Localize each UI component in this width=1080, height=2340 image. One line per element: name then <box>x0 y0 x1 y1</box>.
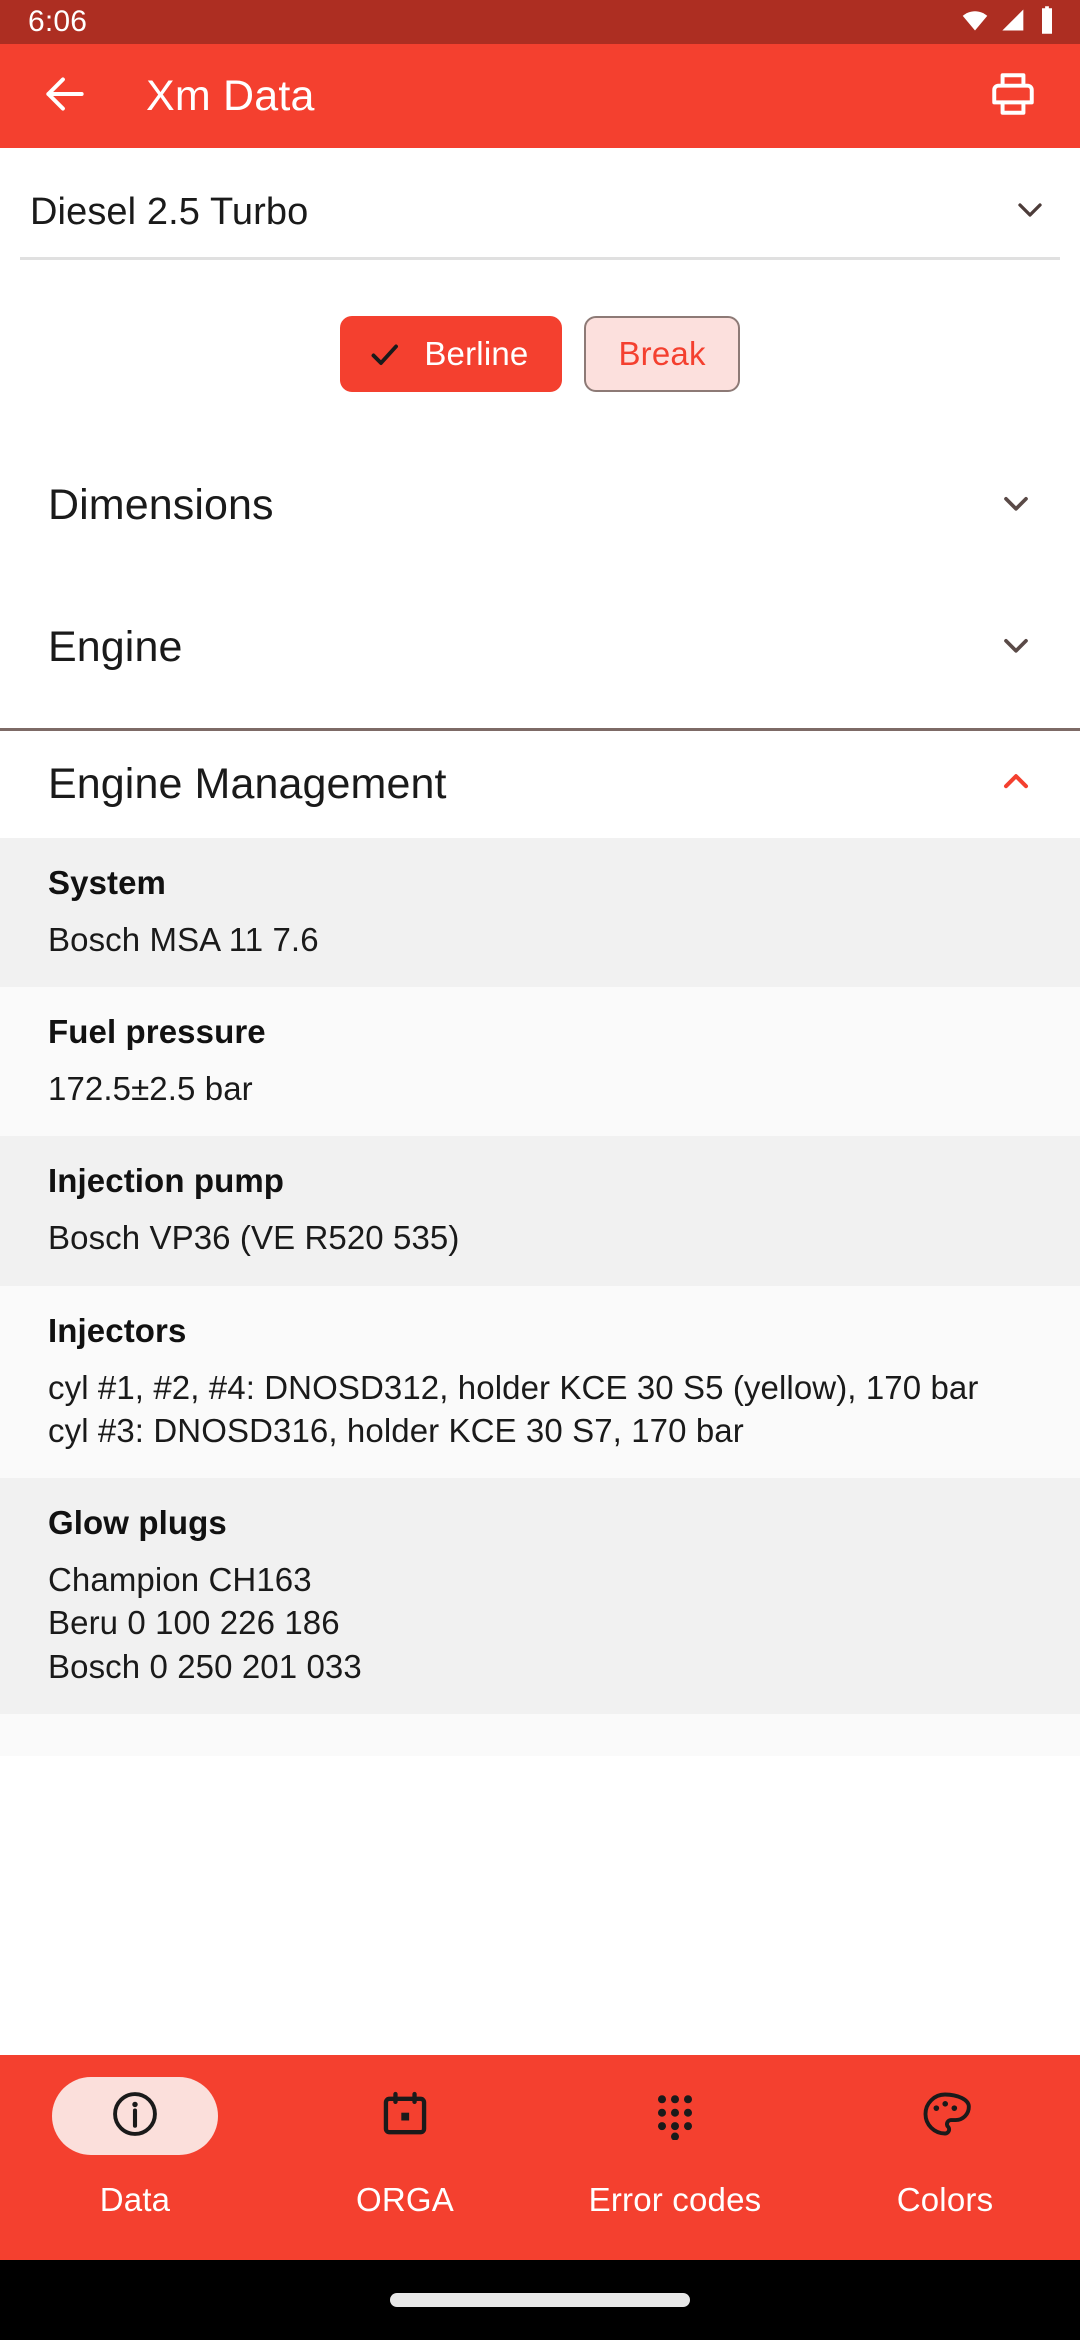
detail-value-line: Bosch VP36 (VE R520 535) <box>48 1219 460 1257</box>
status-clock: 6:06 <box>28 5 88 38</box>
cellular-signal-icon <box>999 6 1029 39</box>
detail-label-partial <box>48 1740 1032 1756</box>
table-row: Glow plugs Champion CH163 Beru 0 100 226… <box>0 1478 1080 1714</box>
table-row: Fuel pressure 172.5±2.5 bar <box>0 987 1080 1137</box>
detail-label: Injectors <box>48 1311 187 1349</box>
gesture-handle[interactable] <box>390 2293 690 2307</box>
status-icon-group <box>960 5 1056 40</box>
back-arrow-icon <box>40 69 90 124</box>
tab-colors[interactable]: Colors <box>810 2077 1080 2219</box>
section-dimensions-title: Dimensions <box>48 481 274 529</box>
detail-value-line: cyl #1, #2, #4: DNOSD312, holder KCE 30 … <box>48 1368 979 1406</box>
back-button[interactable] <box>36 67 94 125</box>
detail-value: Champion CH163 Beru 0 100 226 186 Bosch … <box>48 1558 1032 1688</box>
wifi-icon <box>960 6 990 39</box>
tab-data-label: Data <box>99 2181 171 2218</box>
tab-error-codes[interactable]: Error codes <box>540 2077 810 2219</box>
section-dimensions-header[interactable]: Dimensions <box>0 452 1080 559</box>
detail-value-line: cyl #3: DNOSD316, holder KCE 30 S7, 170 … <box>48 1411 744 1449</box>
body-type-break-button[interactable]: Break <box>584 316 740 392</box>
print-icon <box>988 69 1038 124</box>
page-title: Xm Data <box>146 71 315 120</box>
table-row-partial <box>0 1713 1080 1756</box>
section-engine-header[interactable]: Engine <box>0 594 1080 701</box>
status-bar: 6:06 <box>0 0 1080 44</box>
tab-error-codes-pill <box>592 2077 758 2155</box>
chevron-down-icon <box>996 483 1036 528</box>
calendar-icon <box>379 2088 431 2145</box>
tab-orga-label: ORGA <box>356 2181 454 2218</box>
print-button[interactable] <box>984 67 1042 125</box>
tab-error-codes-label: Error codes <box>588 2181 762 2218</box>
dialpad-icon <box>649 2088 701 2145</box>
body-type-berline-button[interactable]: Berline <box>340 316 563 392</box>
detail-value-line: 172.5±2.5 bar <box>48 1070 253 1108</box>
detail-value-line: Champion CH163 <box>48 1561 312 1599</box>
section-engine-management-header[interactable]: Engine Management <box>0 731 1080 838</box>
tab-orga[interactable]: ORGA <box>270 2077 540 2219</box>
detail-value: Bosch MSA 11 7.6 <box>48 918 1032 961</box>
detail-value: cyl #1, #2, #4: DNOSD312, holder KCE 30 … <box>48 1366 1032 1452</box>
check-icon <box>366 336 402 372</box>
palette-icon <box>919 2088 971 2145</box>
table-row: Injection pump Bosch VP36 (VE R520 535) <box>0 1136 1080 1286</box>
detail-label: Glow plugs <box>48 1504 227 1542</box>
tab-data-pill <box>52 2077 218 2155</box>
bottom-navigation-bar: Data ORGA Error codes Colors <box>0 2055 1080 2260</box>
tab-colors-label: Colors <box>896 2181 994 2218</box>
detail-label: System <box>48 864 167 901</box>
section-engine-title: Engine <box>48 623 183 671</box>
chevron-down-icon <box>1010 190 1050 235</box>
table-row: System Bosch MSA 11 7.6 <box>0 838 1080 988</box>
table-row: Injectors cyl #1, #2, #4: DNOSD312, hold… <box>0 1285 1080 1479</box>
body-type-toggle-group: Berline Break <box>0 260 1080 392</box>
section-engine-management-title: Engine Management <box>48 760 447 808</box>
detail-value-line: Bosch 0 250 201 033 <box>48 1647 362 1685</box>
scroll-content[interactable]: Diesel 2.5 Turbo Berline Break Dimension… <box>0 148 1080 2055</box>
detail-value-line: Beru 0 100 226 186 <box>48 1604 340 1642</box>
detail-value-line: Bosch MSA 11 7.6 <box>48 921 319 958</box>
body-type-break-label: Break <box>618 335 706 372</box>
detail-value: 172.5±2.5 bar <box>48 1067 1032 1110</box>
chevron-down-icon <box>996 625 1036 670</box>
detail-label: Fuel pressure <box>48 1013 266 1051</box>
battery-icon <box>1038 5 1056 40</box>
engine-variant-select[interactable]: Diesel 2.5 Turbo <box>20 148 1060 260</box>
engine-variant-value: Diesel 2.5 Turbo <box>30 191 309 233</box>
tab-orga-pill <box>322 2077 488 2155</box>
info-icon <box>109 2088 161 2145</box>
body-type-berline-label: Berline <box>424 335 529 372</box>
detail-value: Bosch VP36 (VE R520 535) <box>48 1216 1032 1259</box>
chevron-up-icon <box>996 762 1036 807</box>
tab-data[interactable]: Data <box>0 2077 270 2219</box>
phone-screen: 6:06 Xm Data Diesel 2.5 Turbo Berline Br… <box>0 0 1080 2340</box>
detail-label: Injection pump <box>48 1162 285 1200</box>
app-bar: Xm Data <box>0 44 1080 148</box>
tab-colors-pill <box>862 2077 1028 2155</box>
system-gesture-bar <box>0 2260 1080 2340</box>
